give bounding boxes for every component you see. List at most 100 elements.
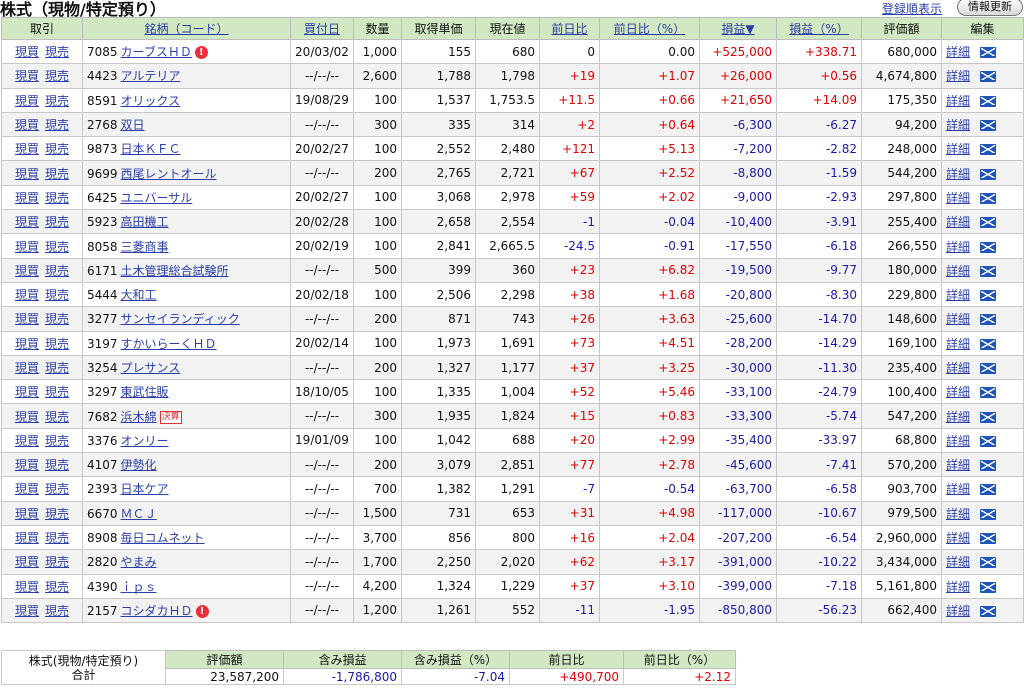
col-pl-label[interactable]: 損益▼ (721, 22, 754, 36)
stock-name-link[interactable]: 日本ケア (121, 482, 169, 496)
sell-link[interactable]: 現売 (45, 142, 69, 156)
stock-name-link[interactable]: 毎日コムネット (121, 531, 205, 545)
sell-link[interactable]: 現売 (45, 118, 69, 132)
mail-icon[interactable] (980, 387, 997, 399)
stock-name-link[interactable]: カーブスＨＤ (121, 45, 192, 59)
detail-link[interactable]: 詳細 (946, 118, 970, 132)
sell-link[interactable]: 現売 (45, 531, 69, 545)
buy-link[interactable]: 現買 (15, 410, 39, 424)
mail-icon[interactable] (980, 557, 997, 569)
mail-icon[interactable] (980, 120, 997, 132)
mail-icon[interactable] (980, 241, 997, 253)
detail-link[interactable]: 詳細 (946, 361, 970, 375)
detail-link[interactable]: 詳細 (946, 69, 970, 83)
stock-name-link[interactable]: ｉｐｓ (121, 580, 157, 594)
col-pl-pct[interactable]: 損益（%） (776, 17, 862, 40)
sell-link[interactable]: 現売 (45, 167, 69, 181)
alert-icon[interactable]: ! (195, 604, 209, 618)
stock-name-link[interactable]: 双日 (121, 118, 145, 132)
buy-link[interactable]: 現買 (15, 531, 39, 545)
detail-link[interactable]: 詳細 (946, 191, 970, 205)
buy-link[interactable]: 現買 (15, 215, 39, 229)
buy-link[interactable]: 現買 (15, 264, 39, 278)
detail-link[interactable]: 詳細 (946, 410, 970, 424)
buy-link[interactable]: 現買 (15, 604, 39, 618)
mail-icon[interactable] (980, 47, 997, 59)
sell-link[interactable]: 現売 (45, 94, 69, 108)
stock-name-link[interactable]: すかいらーくＨＤ (121, 337, 217, 351)
stock-name-link[interactable]: ユニバーサル (121, 191, 193, 205)
sell-link[interactable]: 現売 (45, 69, 69, 83)
detail-link[interactable]: 詳細 (946, 555, 970, 569)
stock-name-link[interactable]: オリックス (121, 94, 181, 108)
buy-link[interactable]: 現買 (15, 288, 39, 302)
detail-link[interactable]: 詳細 (946, 482, 970, 496)
mail-icon[interactable] (980, 192, 997, 204)
stock-name-link[interactable]: アルテリア (121, 69, 181, 83)
detail-link[interactable]: 詳細 (946, 215, 970, 229)
col-name[interactable]: 銘柄（コード） (82, 17, 291, 40)
stock-name-link[interactable]: 日本ＫＦＣ (121, 142, 181, 156)
stock-name-link[interactable]: 伊勢化 (121, 458, 157, 472)
earnings-badge[interactable]: 決算 (159, 410, 182, 424)
sell-link[interactable]: 現売 (45, 191, 69, 205)
mail-icon[interactable] (980, 484, 997, 496)
sell-link[interactable]: 現売 (45, 312, 69, 326)
detail-link[interactable]: 詳細 (946, 604, 970, 618)
sell-link[interactable]: 現売 (45, 361, 69, 375)
stock-name-link[interactable]: やまみ (121, 555, 157, 569)
buy-link[interactable]: 現買 (15, 482, 39, 496)
sell-link[interactable]: 現売 (45, 580, 69, 594)
stock-name-link[interactable]: コシダカＨＤ (121, 604, 193, 618)
buy-link[interactable]: 現買 (15, 94, 39, 108)
mail-icon[interactable] (980, 435, 997, 447)
mail-icon[interactable] (980, 290, 997, 302)
detail-link[interactable]: 詳細 (946, 288, 970, 302)
detail-link[interactable]: 詳細 (946, 385, 970, 399)
col-pl[interactable]: 損益▼ (699, 17, 777, 40)
stock-name-link[interactable]: 土木管理総合試験所 (121, 264, 229, 278)
buy-link[interactable]: 現買 (15, 191, 39, 205)
stock-name-link[interactable]: サンセイランディック (121, 312, 240, 326)
mail-icon[interactable] (980, 71, 997, 83)
buy-link[interactable]: 現買 (15, 240, 39, 254)
sell-link[interactable]: 現売 (45, 555, 69, 569)
buy-link[interactable]: 現買 (15, 555, 39, 569)
sell-link[interactable]: 現売 (45, 385, 69, 399)
buy-link[interactable]: 現買 (15, 337, 39, 351)
mail-icon[interactable] (980, 605, 997, 617)
mail-icon[interactable] (980, 314, 997, 326)
stock-name-link[interactable]: 浜木綿 (121, 410, 157, 424)
stock-name-link[interactable]: 三菱商事 (121, 240, 169, 254)
buy-link[interactable]: 現買 (15, 361, 39, 375)
buy-link[interactable]: 現買 (15, 507, 39, 521)
mail-icon[interactable] (980, 338, 997, 350)
col-pl-pct-label[interactable]: 損益（%） (789, 22, 848, 36)
sell-link[interactable]: 現売 (45, 458, 69, 472)
buy-link[interactable]: 現買 (15, 167, 39, 181)
col-buy-date-label[interactable]: 買付日 (304, 22, 340, 36)
sell-link[interactable]: 現売 (45, 240, 69, 254)
stock-name-link[interactable]: 東武住販 (121, 385, 169, 399)
refresh-button[interactable]: 情報更新 (957, 0, 1023, 16)
detail-link[interactable]: 詳細 (946, 167, 970, 181)
sell-link[interactable]: 現売 (45, 604, 69, 618)
mail-icon[interactable] (980, 460, 997, 472)
col-buy-date[interactable]: 買付日 (290, 17, 354, 40)
stock-name-link[interactable]: プレサンス (121, 361, 181, 375)
buy-link[interactable]: 現買 (15, 69, 39, 83)
buy-link[interactable]: 現買 (15, 434, 39, 448)
mail-icon[interactable] (980, 168, 997, 180)
detail-link[interactable]: 詳細 (946, 458, 970, 472)
sell-link[interactable]: 現売 (45, 215, 69, 229)
detail-link[interactable]: 詳細 (946, 240, 970, 254)
registration-order-link[interactable]: 登録順表示 (882, 0, 942, 17)
col-change-label[interactable]: 前日比 (551, 22, 587, 36)
mail-icon[interactable] (980, 265, 997, 277)
sell-link[interactable]: 現売 (45, 45, 69, 59)
mail-icon[interactable] (980, 533, 997, 545)
mail-icon[interactable] (980, 363, 997, 374)
detail-link[interactable]: 詳細 (946, 337, 970, 351)
detail-link[interactable]: 詳細 (946, 45, 970, 59)
stock-name-link[interactable]: 高田機工 (121, 215, 169, 229)
